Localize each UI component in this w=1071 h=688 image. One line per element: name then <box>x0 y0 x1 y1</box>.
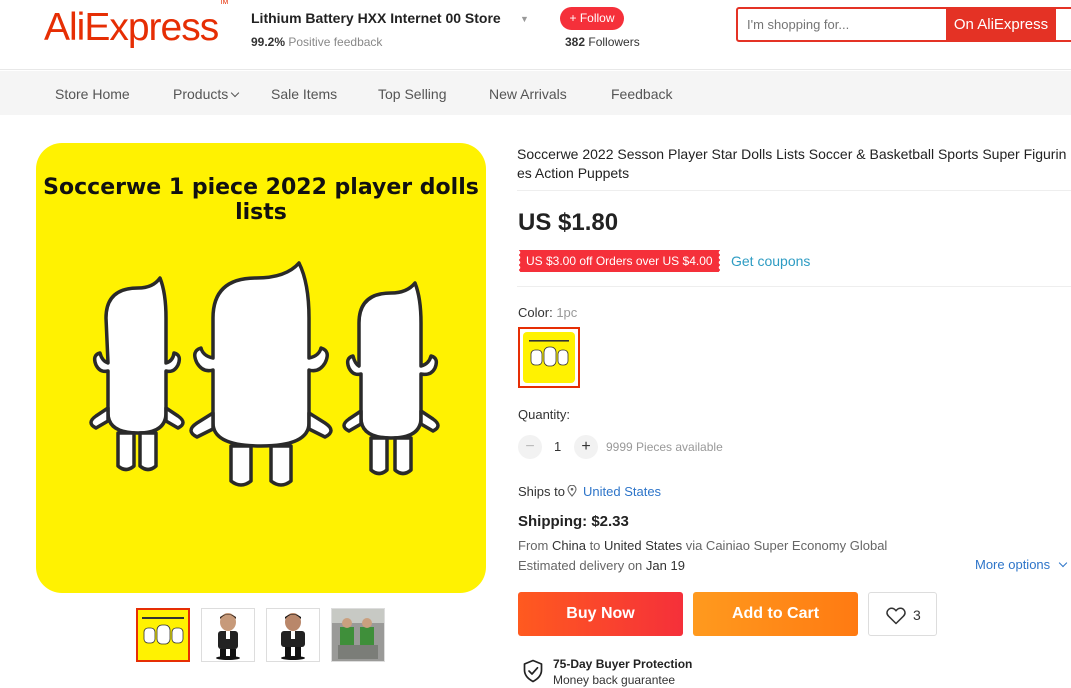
delivery-date: Jan 19 <box>645 558 685 573</box>
search-box: On AliExpress <box>736 7 1071 42</box>
buyer-protection-title: 75-Day Buyer Protection <box>553 657 693 671</box>
divider <box>517 190 1071 191</box>
nav-store-home[interactable]: Store Home <box>55 86 130 102</box>
swatch-dolls-illustration <box>529 340 569 367</box>
followers-number: 382 <box>565 35 586 49</box>
ships-to-label: Ships to <box>518 484 565 499</box>
more-options-label: More options <box>975 557 1051 572</box>
player-figure-thumbnail <box>202 609 254 661</box>
store-header: AliExpressTM Lithium Battery HXX Interne… <box>0 0 1071 70</box>
followers-count: 382 Followers <box>565 35 640 49</box>
quantity-increase-button[interactable]: + <box>574 435 598 459</box>
shield-check-icon <box>523 659 543 683</box>
color-swatch-image <box>523 332 575 383</box>
search-on-aliexpress-button[interactable]: On AliExpress <box>946 7 1056 42</box>
color-option-1pc[interactable] <box>518 327 580 388</box>
quantity-available: 9999 Pieces available <box>606 440 723 454</box>
from-prefix: From <box>518 538 549 553</box>
ships-to-country-link[interactable]: United States <box>583 484 661 499</box>
wishlist-button[interactable]: 3 <box>868 592 937 636</box>
player-figure-green-thumbnail <box>332 609 384 661</box>
player-figure-thumbnail-2 <box>267 609 319 661</box>
heart-icon <box>886 607 906 625</box>
follow-button[interactable]: + Follow <box>560 7 624 30</box>
buy-now-button[interactable]: Buy Now <box>518 592 683 636</box>
shipping-route: From China to United States via Cainiao … <box>518 538 887 553</box>
thumbnail-4[interactable] <box>331 608 385 662</box>
shipping-cost: Shipping: $2.33 <box>518 513 629 530</box>
player-dolls-lists-thumbnail <box>138 610 188 660</box>
thumbnail-1[interactable] <box>136 608 190 662</box>
nav-feedback[interactable]: Feedback <box>611 86 672 102</box>
feedback-percent: 99.2% <box>251 35 286 49</box>
delivery-prefix: Estimated delivery on <box>518 558 643 573</box>
quantity-label: Quantity: <box>518 407 571 422</box>
store-nav: Store Home Products Sale Items Top Selli… <box>0 71 1071 115</box>
store-name[interactable]: Lithium Battery HXX Internet 00 Store <box>251 10 501 26</box>
color-label-text: Color: <box>518 305 553 320</box>
shipping-method: via Cainiao Super Economy Global <box>685 538 888 553</box>
from-country: China <box>551 538 586 553</box>
location-pin-icon <box>567 485 577 497</box>
search-input[interactable] <box>747 9 937 40</box>
nav-top-selling[interactable]: Top Selling <box>378 86 447 102</box>
estimated-delivery: Estimated delivery on Jan 19 <box>518 558 685 573</box>
to-word: to <box>589 538 601 553</box>
aliexpress-logo[interactable]: AliExpressTM <box>44 0 228 50</box>
followers-label: Followers <box>588 35 640 49</box>
more-options-link[interactable]: More options <box>975 557 1068 572</box>
chevron-down-icon <box>231 88 240 98</box>
buyer-protection-subtitle: Money back guarantee <box>553 673 676 687</box>
store-feedback: 99.2% Positive feedback <box>251 35 382 49</box>
thumbnail-3[interactable] <box>266 608 320 662</box>
thumbnail-2[interactable] <box>201 608 255 662</box>
quantity-decrease-button[interactable]: − <box>518 435 542 459</box>
player-silhouettes-illustration <box>89 261 440 487</box>
chevron-down-icon <box>1058 558 1068 568</box>
wishlist-count: 3 <box>913 607 921 623</box>
get-coupons-link[interactable]: Get coupons <box>731 253 810 269</box>
to-country: United States <box>604 538 683 553</box>
feedback-label: Positive feedback <box>288 35 383 49</box>
nav-products-label: Products <box>173 86 229 102</box>
divider <box>517 286 1071 287</box>
quantity-value[interactable]: 1 <box>554 439 561 454</box>
coupon-badge[interactable]: US $3.00 off Orders over US $4.00 <box>518 250 720 272</box>
color-value: 1pc <box>556 305 578 320</box>
main-product-image[interactable]: Soccerwe 1 piece 2022 player dolls lists <box>36 143 486 593</box>
nav-new-arrivals[interactable]: New Arrivals <box>489 86 567 102</box>
color-label: Color: 1pc <box>518 305 577 320</box>
nav-sale-items[interactable]: Sale Items <box>271 86 337 102</box>
product-title: Soccerwe 2022 Sesson Player Star Dolls L… <box>517 146 1067 181</box>
product-price: US $1.80 <box>518 209 619 236</box>
nav-products[interactable]: Products <box>173 86 240 102</box>
store-dropdown-caret-icon[interactable]: ▼ <box>520 14 529 24</box>
add-to-cart-button[interactable]: Add to Cart <box>693 592 858 636</box>
